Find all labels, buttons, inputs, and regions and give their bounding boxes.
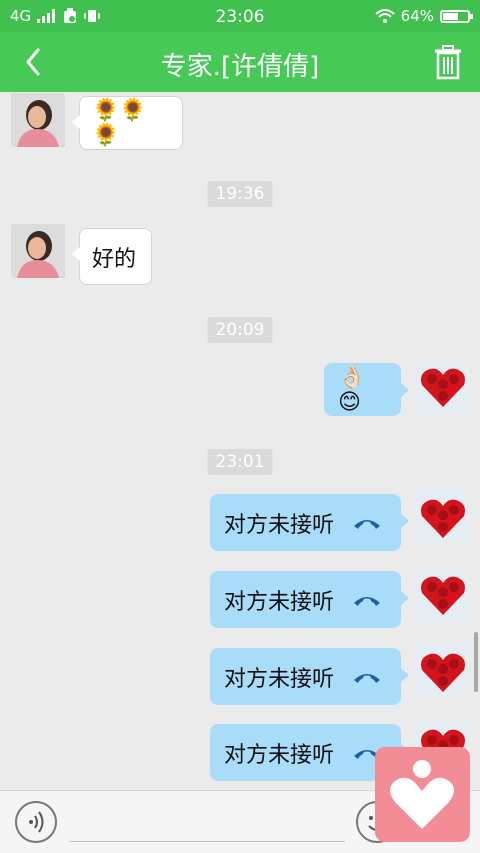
battery-icon [440,9,473,23]
phone-hangup-icon [354,673,381,683]
battery-percent: 64% [400,7,434,25]
roses-photo [416,490,470,544]
message-text: 好的 [92,246,137,272]
battery-fill [443,12,458,20]
timestamp: 19:36 [207,181,273,207]
message-text: 👌🏻😊 [338,364,366,415]
chat-area[interactable]: 🌻🌻🌻 19:36 好的 20:09 👌🏻😊 23:01 对方未接听 对方未接听… [0,92,480,790]
page-title: 专家.[许倩倩] [160,52,320,82]
trash-icon[interactable] [434,44,462,80]
wifi-icon [374,9,395,23]
avatar[interactable] [416,567,470,621]
scrollbar[interactable] [474,632,478,692]
avatar[interactable] [416,359,470,413]
status-bar: 4G 23:06 64% [0,0,480,32]
contact-photo [11,93,65,147]
floating-health-button[interactable] [375,747,470,842]
phone-hangup-icon [354,519,381,529]
nav-bar: 专家.[许倩倩] [0,32,480,92]
message-bubble[interactable]: 对方未接听 [210,571,409,628]
avatar[interactable] [416,644,470,698]
heart-person-icon [390,760,454,829]
message-bubble[interactable]: 好的 [72,228,152,285]
timestamp: 23:01 [207,449,273,475]
call-status-text: 对方未接听 [224,666,335,692]
avatar[interactable] [11,93,65,147]
message-bubble[interactable]: 👌🏻😊 [324,363,409,416]
avatar[interactable] [416,490,470,544]
call-status-text: 对方未接听 [224,742,335,768]
call-status-text: 对方未接听 [224,589,335,615]
timestamp: 20:09 [207,317,273,343]
message-bubble[interactable]: 对方未接听 [210,724,409,781]
message-text: 🌻🌻🌻 [92,98,147,148]
roses-photo [416,567,470,621]
roses-photo [416,644,470,698]
avatar[interactable] [11,224,65,278]
voice-icon[interactable] [15,801,57,843]
message-bubble[interactable]: 🌻🌻🌻 [72,96,183,150]
contact-photo [11,224,65,278]
message-bubble[interactable]: 对方未接听 [210,648,409,705]
message-input[interactable] [70,841,345,842]
status-right: 64% [374,7,473,25]
phone-hangup-icon [354,596,381,606]
call-status-text: 对方未接听 [224,512,335,538]
message-bubble[interactable]: 对方未接听 [210,494,409,551]
roses-photo [416,359,470,413]
